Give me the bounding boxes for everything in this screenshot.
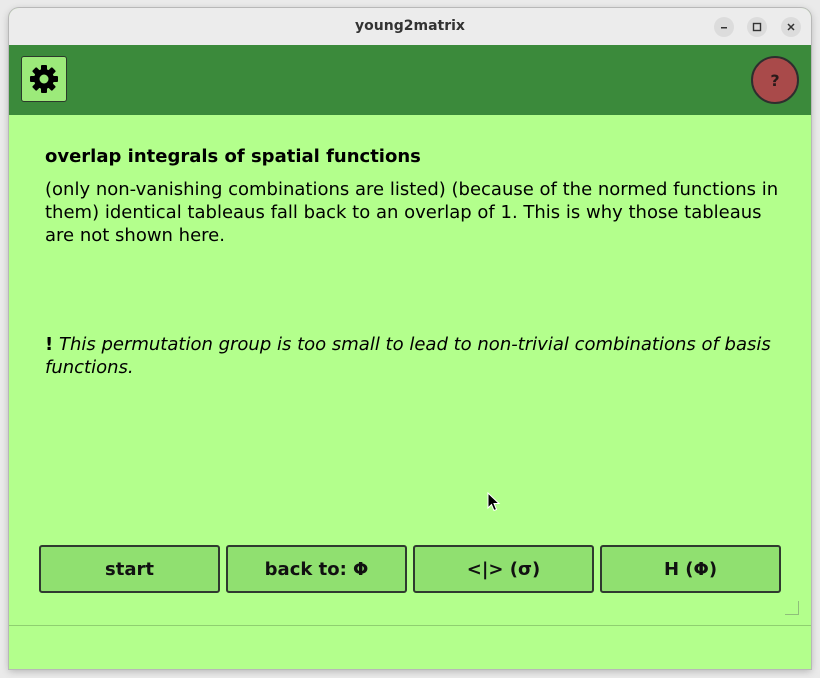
overlap-button[interactable]: <|> (σ): [413, 545, 594, 593]
app-window: young2matrix ? overlap integrals of spat…: [9, 8, 811, 669]
section-description: (only non-vanishing combinations are lis…: [45, 179, 779, 246]
warning-message: ! This permutation group is too small to…: [45, 333, 785, 379]
content-panel: overlap integrals of spatial functions (…: [45, 146, 785, 247]
resize-grip[interactable]: [785, 601, 799, 615]
close-button[interactable]: [781, 17, 801, 37]
title-bar: young2matrix: [9, 8, 811, 46]
toolbar: ?: [9, 45, 811, 115]
warning-mark: !: [45, 334, 54, 355]
back-button[interactable]: back to: Φ: [226, 545, 407, 593]
settings-button[interactable]: [21, 56, 67, 102]
minimize-button[interactable]: [714, 17, 734, 37]
hamiltonian-button[interactable]: H (Φ): [600, 545, 781, 593]
maximize-button[interactable]: [747, 17, 767, 37]
status-bar: [9, 625, 811, 669]
warning-text: This permutation group is too small to l…: [45, 334, 771, 378]
minimize-icon: [721, 27, 727, 29]
start-button[interactable]: start: [39, 545, 220, 593]
window-title: young2matrix: [355, 18, 465, 34]
maximize-icon: [752, 22, 762, 32]
help-button[interactable]: ?: [751, 56, 799, 104]
close-icon: [787, 23, 795, 31]
gear-icon: [30, 65, 58, 93]
help-icon: ?: [770, 70, 780, 90]
mouse-cursor-icon: [487, 492, 501, 512]
section-heading: overlap integrals of spatial functions: [45, 146, 421, 167]
